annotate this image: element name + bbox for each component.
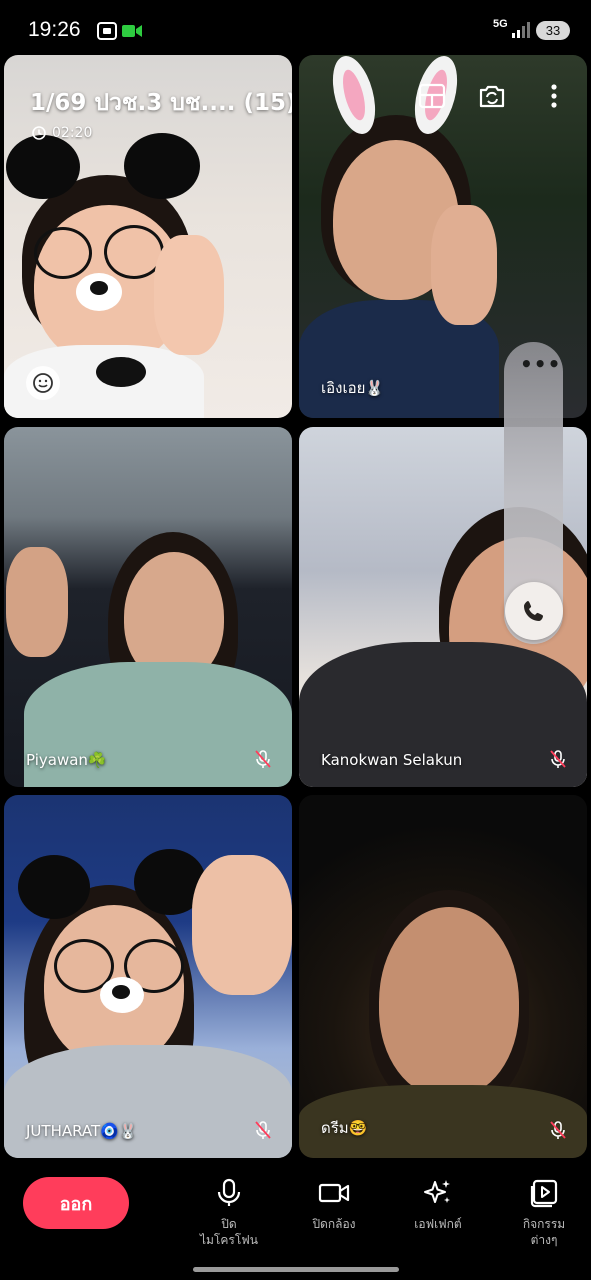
battery-indicator: 33	[536, 21, 570, 40]
clock: 19:26	[28, 18, 81, 41]
participant-tile[interactable]: Piyawan☘️	[4, 427, 292, 787]
video-camera-icon	[318, 1183, 350, 1203]
layout-grid-icon[interactable]	[417, 81, 447, 111]
phone-icon	[524, 601, 543, 621]
network-indicator: 5G	[493, 18, 508, 30]
screen-record-icon	[97, 22, 117, 40]
participant-name: JUTHARAT🧿🐰	[26, 1122, 138, 1140]
mic-muted-icon	[550, 1121, 566, 1139]
mic-muted-icon	[255, 750, 271, 768]
home-indicator[interactable]	[193, 1267, 399, 1272]
call-duration: 02:20	[52, 125, 93, 141]
call-controls-bar: ออก ปิด ไมโครโฟน ปิดกล้อง เอฟเฟกต์ กิจกร…	[0, 1160, 591, 1280]
participant-name: Piyawan☘️	[26, 751, 107, 769]
emoji-reaction-button[interactable]	[26, 366, 60, 400]
effects-button[interactable]: เอฟเฟกต์	[393, 1178, 483, 1232]
video-icon	[122, 25, 142, 37]
activities-icon	[530, 1179, 558, 1208]
mic-muted-icon	[550, 750, 566, 768]
participant-tile[interactable]: JUTHARAT🧿🐰	[4, 795, 292, 1158]
more-vertical-icon[interactable]	[539, 81, 569, 111]
microphone-label: ปิด ไมโครโฟน	[199, 1217, 258, 1247]
participant-tile[interactable]: ดรีม🤓	[299, 795, 587, 1158]
more-horizontal-icon[interactable]: •••	[520, 354, 561, 374]
call-timer: 02:20	[32, 125, 92, 141]
participant-name: Kanokwan Selakun	[321, 751, 463, 769]
call-title: 1/69 ปวช.3 บช.... (15)	[30, 90, 292, 116]
activities-label: กิจกรรม ต่างๆ	[522, 1217, 566, 1247]
emoji-icon	[33, 373, 53, 393]
activities-button[interactable]: กิจกรรม ต่างๆ	[499, 1178, 589, 1248]
leave-call-button[interactable]: ออก	[23, 1177, 129, 1229]
phone-button[interactable]	[505, 582, 563, 640]
toggle-camera-button[interactable]: ปิดกล้อง	[289, 1178, 379, 1232]
toggle-microphone-button[interactable]: ปิด ไมโครโฟน	[184, 1178, 274, 1248]
camera-label: ปิดกล้อง	[312, 1217, 356, 1231]
participant-name: เอิงเอย🐰	[321, 379, 385, 397]
floating-side-panel[interactable]: •••	[504, 342, 563, 644]
microphone-icon	[217, 1178, 241, 1206]
participant-name: ดรีม🤓	[321, 1119, 368, 1137]
sparkle-icon	[424, 1180, 450, 1203]
status-bar: 19:26 5G 33	[0, 0, 591, 56]
mic-muted-icon	[255, 1121, 271, 1139]
signal-icon	[512, 22, 530, 38]
participant-tile-self[interactable]: 1/69 ปวช.3 บช.... (15) 02:20	[4, 55, 292, 418]
clock-icon	[32, 126, 46, 140]
switch-camera-icon[interactable]	[477, 81, 507, 111]
effects-label: เอฟเฟกต์	[414, 1217, 462, 1231]
